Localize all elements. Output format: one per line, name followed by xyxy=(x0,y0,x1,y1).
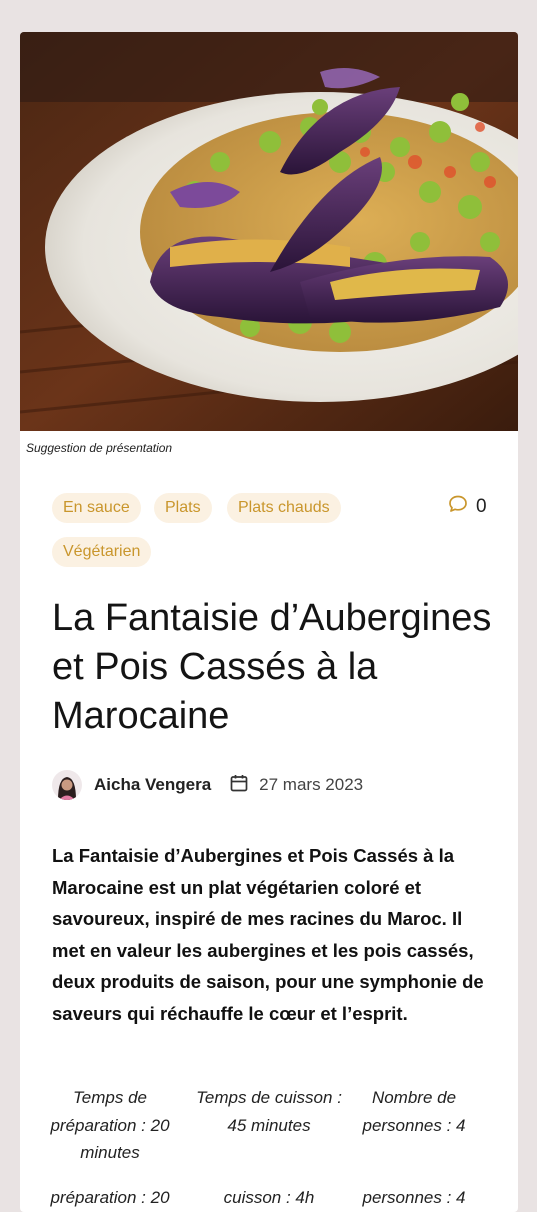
author-avatar[interactable] xyxy=(52,770,82,800)
servings: Nombre de personnes : 4 xyxy=(362,1088,466,1135)
cook-time-repeat: cuisson : 4h xyxy=(223,1188,315,1207)
article-meta: Aicha Vengera 27 mars 2023 xyxy=(52,769,363,801)
comment-count[interactable]: 0 xyxy=(448,494,487,520)
prep-time: Temps de préparation : 20 minutes xyxy=(50,1088,170,1162)
tag-vegetarien[interactable]: Végétarien xyxy=(52,537,152,567)
image-caption: Suggestion de présentation xyxy=(26,441,173,455)
cook-time: Temps de cuisson : 45 minutes xyxy=(196,1088,342,1135)
servings-repeat: personnes : 4 xyxy=(362,1188,466,1207)
comment-icon xyxy=(448,494,468,520)
hero-image xyxy=(20,32,518,431)
comment-count-value: 0 xyxy=(476,496,487,517)
author-name[interactable]: Aicha Vengera xyxy=(94,775,211,795)
tag-en-sauce[interactable]: En sauce xyxy=(52,493,141,523)
prep-time-repeat: préparation : 20 xyxy=(50,1188,170,1207)
calendar-icon xyxy=(229,773,249,798)
tag-plats[interactable]: Plats xyxy=(154,493,212,523)
article-card: Suggestion de présentation En sauce Plat… xyxy=(20,32,518,1212)
tag-plats-chauds[interactable]: Plats chauds xyxy=(227,493,341,523)
article-intro: La Fantaisie d’Aubergines et Pois Cassés… xyxy=(52,845,484,1024)
publish-date: 27 mars 2023 xyxy=(259,775,364,794)
article-title: La Fantaisie d’Aubergines et Pois Cassés… xyxy=(52,597,492,737)
